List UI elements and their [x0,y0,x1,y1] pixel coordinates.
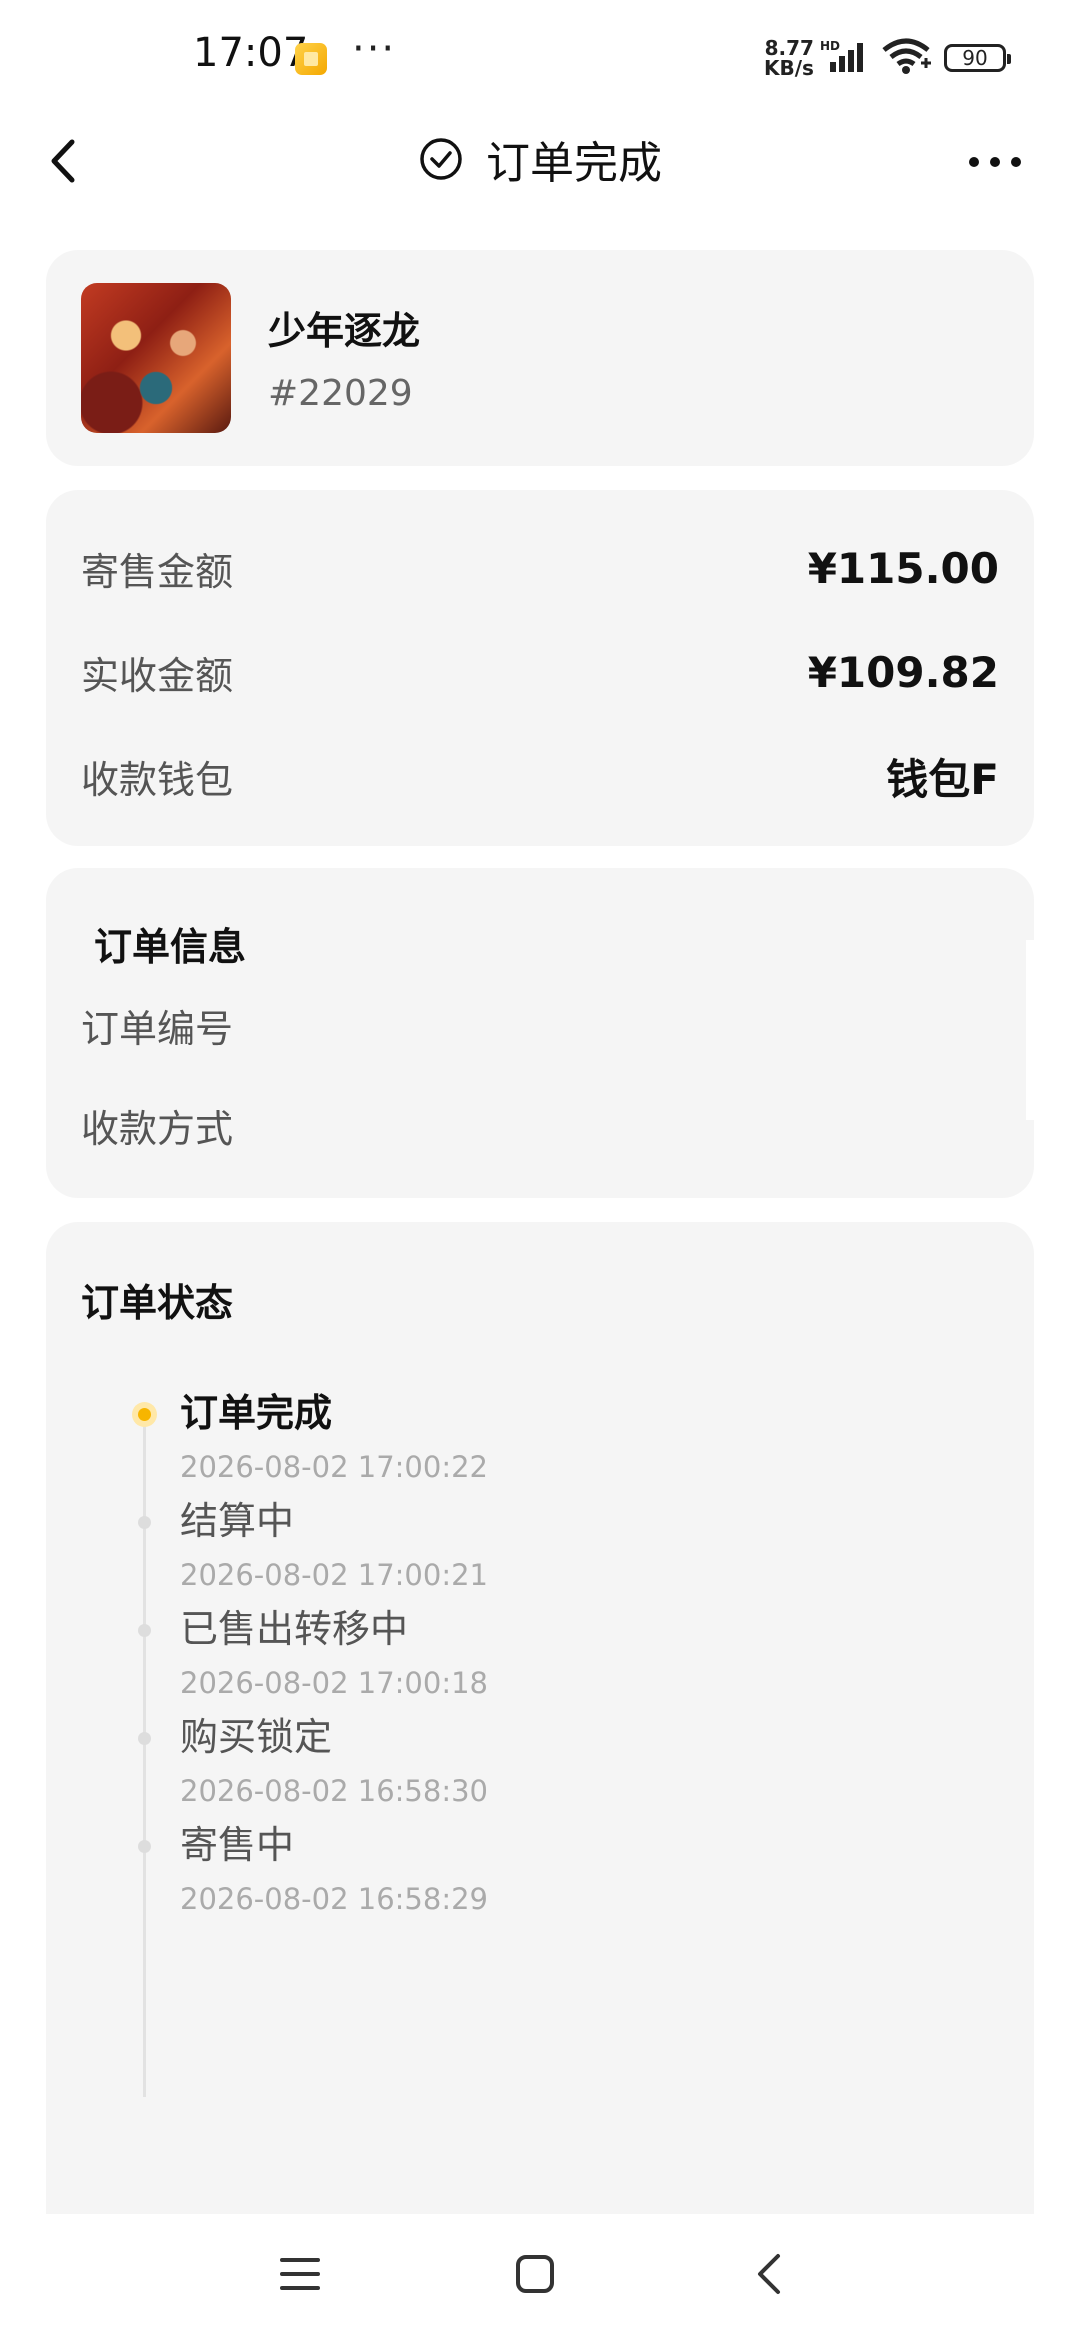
signal-icon: HD [820,39,863,72]
consign-amount-row: 寄售金额 ¥115.00 [81,538,999,598]
top-nav-bar: 订单完成 [0,110,1080,220]
wifi-icon [882,38,931,74]
recent-apps-button[interactable] [270,2244,330,2304]
product-card[interactable]: 少年逐龙 #22029 [46,250,1034,466]
menu-icon [280,2258,320,2290]
home-square-icon [516,2255,554,2293]
network-speed-unit: KB/s [764,56,814,80]
more-notifications-dots: ··· [352,26,397,72]
order-info-card: 订单信息 订单编号 收款方式 [46,868,1034,1198]
order-info-heading: 订单信息 [94,925,247,969]
payment-method-label: 收款方式 [81,1106,234,1151]
timeline-step-time: 2026-08-02 16:58:29 [180,1882,488,1916]
timeline-step-title: 已售出转移中 [180,1607,409,1651]
system-back-button[interactable] [740,2244,800,2304]
redaction-strip [1026,940,1034,1120]
product-cover-image [81,283,231,433]
wallet-row: 收款钱包 钱包F [81,746,999,806]
timeline-step-title: 寄售中 [180,1823,295,1867]
received-amount-label: 实收金额 [81,653,234,698]
order-status-card: 订单状态 订单完成 2026-08-02 17:00:22 结算中 2026-0… [46,1222,1034,2222]
timeline-dot [138,1840,151,1853]
more-options-button[interactable] [960,140,1030,184]
back-arrow-icon [758,2254,780,2294]
network-speed-value: 8.77 [764,36,814,60]
timeline-step-time: 2026-08-02 17:00:21 [180,1558,488,1592]
status-bar: 17:07 ··· 8.77 KB/s HD 90 [0,0,1080,110]
order-number-row: 订单编号 [81,995,999,1055]
consign-amount-label: 寄售金额 [81,549,234,594]
timeline-step-time: 2026-08-02 17:00:18 [180,1666,488,1700]
product-name: 少年逐龙 [268,309,421,353]
order-number-label: 订单编号 [81,1006,234,1051]
received-amount-row: 实收金额 ¥109.82 [81,642,999,702]
payment-method-row: 收款方式 [81,1095,999,1155]
product-id: #22029 [268,373,413,414]
timeline-dot [138,1732,151,1745]
wallet-value: 钱包F [886,754,999,804]
timeline-step-title: 结算中 [180,1499,295,1543]
status-time: 17:07 [193,30,309,76]
order-status-heading: 订单状态 [81,1281,234,1325]
timeline-step-time: 2026-08-02 17:00:22 [180,1450,488,1484]
hd-label: HD [820,39,840,53]
home-button[interactable] [505,2244,565,2304]
consign-amount-value: ¥115.00 [807,543,999,593]
timeline-dot [138,1516,151,1529]
timeline-dot-active [132,1402,157,1427]
received-amount-value: ¥109.82 [807,647,999,697]
system-nav-bar [0,2214,1080,2340]
timeline-dot [138,1624,151,1637]
network-speed: 8.77 KB/s [764,38,814,78]
timeline-line [143,1407,146,2097]
amount-card: 寄售金额 ¥115.00 实收金额 ¥109.82 收款钱包 钱包F [46,490,1034,846]
timeline-step-time: 2026-08-02 16:58:30 [180,1774,488,1808]
check-circle-icon [420,138,462,180]
more-dots-icon [969,157,1021,167]
page-title: 订单完成 [486,138,662,189]
battery-icon: 90 [944,44,1011,72]
timeline-step-title: 订单完成 [180,1391,333,1435]
page-title-group: 订单完成 [0,124,1080,194]
timeline-step-title: 购买锁定 [180,1715,333,1759]
wallet-label: 收款钱包 [81,757,234,802]
notification-icon [295,43,327,75]
